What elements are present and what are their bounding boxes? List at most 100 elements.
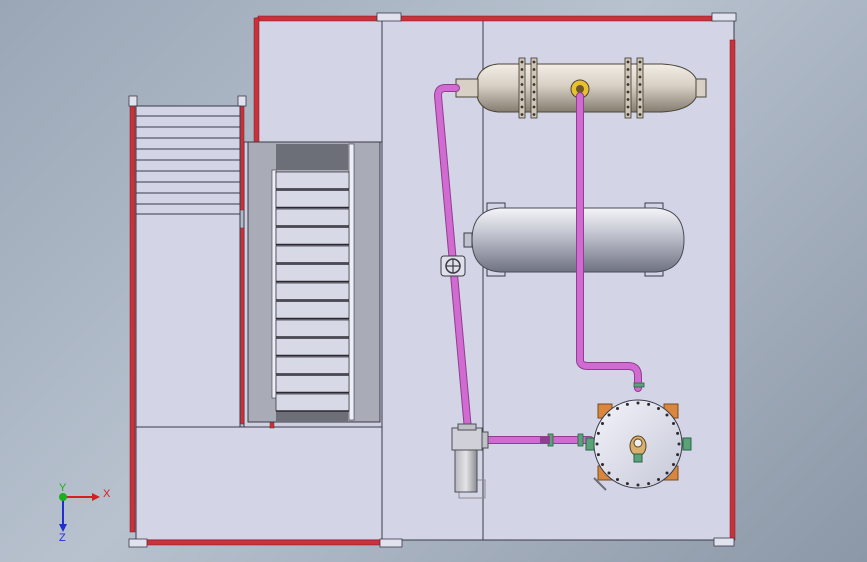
rail-stair-left-inner-bottom bbox=[239, 227, 245, 425]
reactor-bolt bbox=[676, 431, 680, 435]
reactor-nozzle-right bbox=[682, 437, 692, 451]
stair-tread bbox=[275, 227, 350, 245]
reactor-bolt bbox=[625, 402, 629, 406]
reactor-bolt bbox=[607, 413, 611, 417]
stair-center-shadow bbox=[276, 144, 348, 170]
hx-bolt bbox=[626, 75, 630, 79]
stair-tread bbox=[275, 393, 350, 412]
reactor-bolt bbox=[647, 482, 651, 486]
rail-top-right bbox=[399, 15, 717, 22]
reactor[interactable] bbox=[585, 399, 692, 491]
stair-tread bbox=[275, 338, 350, 356]
stair-tread bbox=[275, 301, 350, 319]
stair-center-stringer bbox=[348, 143, 355, 421]
hx-bolt bbox=[626, 105, 630, 109]
staircase-left[interactable] bbox=[135, 105, 241, 428]
staircase-center[interactable] bbox=[247, 141, 381, 423]
stair-center-treads bbox=[275, 171, 350, 412]
hx-bolt bbox=[626, 90, 630, 94]
hx-flange bbox=[624, 57, 632, 119]
valve[interactable] bbox=[440, 255, 466, 277]
hx-bolt bbox=[638, 113, 642, 116]
stair-center-stringer bbox=[271, 169, 277, 399]
hx-bolt bbox=[626, 60, 630, 64]
pipe-flange bbox=[577, 433, 584, 447]
hx-bolt bbox=[520, 113, 524, 116]
reactor-bolt bbox=[616, 406, 619, 410]
reactor-bolt bbox=[665, 413, 669, 417]
rail-stair-left-outer bbox=[129, 104, 136, 533]
hx-bolt bbox=[638, 68, 642, 71]
reactor-agitator-hub bbox=[633, 438, 643, 448]
hx-bolt bbox=[626, 83, 630, 86]
hx-bolt bbox=[626, 113, 630, 116]
hx-bolt bbox=[638, 90, 642, 94]
hx-flange bbox=[530, 57, 538, 119]
hx-bolt bbox=[520, 105, 524, 109]
reactor-bolt bbox=[665, 471, 669, 475]
reactor-nozzle-green bbox=[633, 453, 643, 463]
reactor-bolt bbox=[657, 406, 660, 410]
hx-nozzle-right bbox=[695, 78, 707, 98]
coordinate-triad: X Y Z bbox=[59, 482, 111, 544]
platform-lower-left-floor bbox=[135, 426, 383, 541]
rail-post bbox=[711, 12, 737, 22]
hx-bolt bbox=[638, 105, 642, 109]
hx-bolt bbox=[532, 105, 536, 109]
platform-upper-left-block bbox=[255, 17, 383, 143]
stair-tread bbox=[275, 319, 350, 338]
hx-flange bbox=[636, 57, 644, 119]
pump-casing bbox=[451, 427, 483, 451]
hx-bolt bbox=[520, 98, 524, 101]
reactor-bolt bbox=[636, 401, 640, 405]
hx-bolt bbox=[638, 98, 642, 101]
reactor-bolt bbox=[596, 453, 600, 457]
triad-y-label: Y bbox=[59, 482, 67, 494]
hx-bolt bbox=[626, 98, 630, 101]
hx-bolt bbox=[638, 75, 642, 79]
pump-inlet-flange bbox=[457, 423, 477, 431]
reactor-bolt bbox=[595, 442, 599, 446]
reactor-bolt bbox=[596, 431, 600, 435]
rail-top-left bbox=[257, 15, 381, 22]
hx-bolt bbox=[626, 68, 630, 71]
hx-bolt bbox=[532, 83, 536, 86]
hx-bolt bbox=[520, 68, 524, 71]
hx-bolt bbox=[638, 60, 642, 64]
triad-x-arrow-icon bbox=[92, 493, 100, 501]
triad-z-arrow-icon bbox=[59, 524, 67, 532]
triad-origin bbox=[59, 493, 67, 501]
reactor-bolt bbox=[600, 463, 604, 466]
pipe-reducer bbox=[540, 436, 550, 444]
reactor-bolt bbox=[607, 471, 611, 475]
triad-x-label: X bbox=[103, 488, 111, 500]
reactor-bolt bbox=[657, 478, 660, 482]
hx-flange bbox=[518, 57, 526, 119]
tank-nozzle bbox=[463, 232, 473, 248]
reactor-bolt bbox=[600, 422, 604, 425]
hx-top-nozzle-bore bbox=[576, 85, 584, 93]
stair-tread bbox=[275, 171, 350, 190]
reactor-bolt bbox=[647, 402, 651, 406]
rail-post bbox=[128, 95, 138, 107]
rail-post bbox=[713, 537, 735, 547]
reactor-bolt bbox=[636, 483, 640, 487]
rail-post bbox=[237, 95, 247, 107]
reactor-bolt bbox=[677, 442, 681, 446]
hx-bolt bbox=[520, 75, 524, 79]
triad-z-label: Z bbox=[59, 532, 66, 544]
stair-tread bbox=[275, 282, 350, 301]
stair-tread bbox=[275, 245, 350, 264]
hx-bolt bbox=[532, 75, 536, 79]
reactor-bolt bbox=[625, 482, 629, 486]
rail-stair-left-inner-top bbox=[239, 99, 245, 211]
reactor-nozzle-left bbox=[585, 437, 595, 451]
storage-tank[interactable] bbox=[463, 202, 685, 277]
rail-post bbox=[376, 12, 402, 22]
rail-bottom bbox=[145, 539, 381, 546]
hx-bolt bbox=[532, 90, 536, 94]
reactor-bolt bbox=[616, 478, 619, 482]
pump-outlet-flange bbox=[481, 431, 489, 449]
cad-viewport[interactable]: X Y Z bbox=[0, 0, 867, 562]
rail-post bbox=[128, 538, 148, 548]
